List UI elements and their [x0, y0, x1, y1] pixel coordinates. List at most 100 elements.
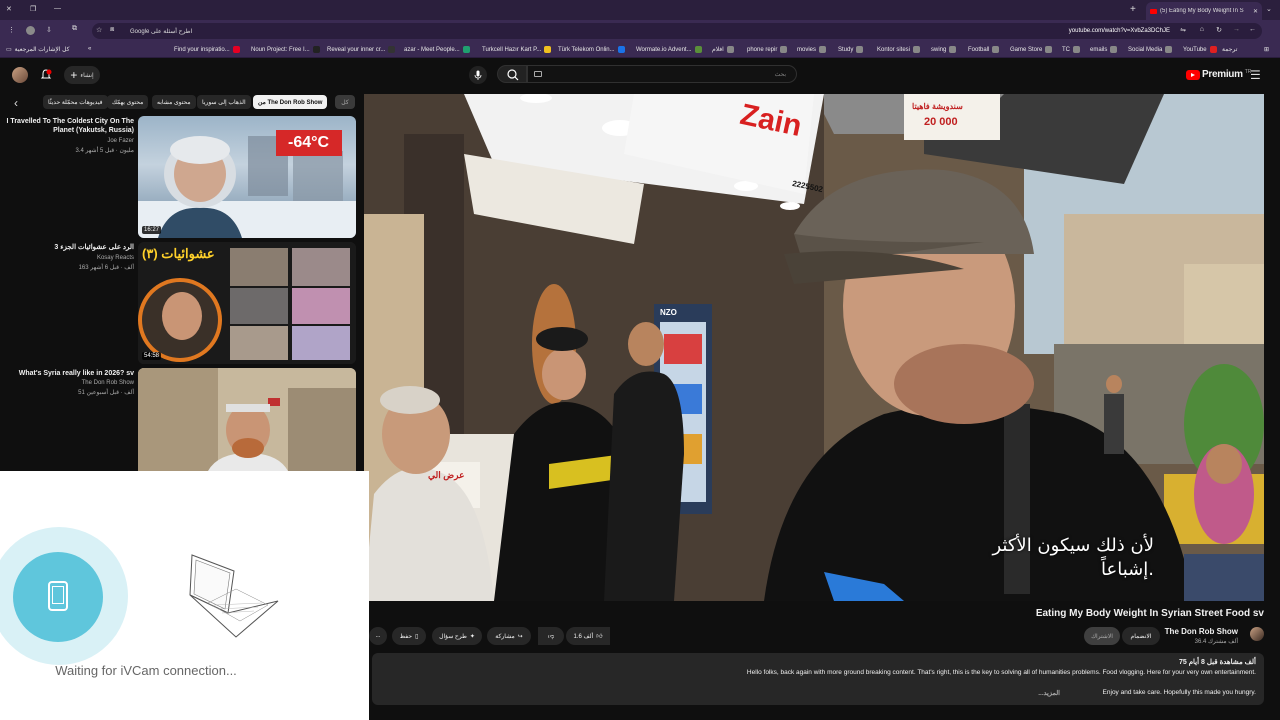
- dislike-button[interactable]: 👎︎: [538, 627, 564, 645]
- bookmark-favicon-icon: [232, 46, 240, 53]
- bookmark-item[interactable]: azar - Meet People...: [404, 46, 470, 53]
- url-text[interactable]: youtube.com/watch?v=XvbZa3DChJE: [1069, 28, 1170, 34]
- share-button[interactable]: مشاركة ↪: [487, 627, 531, 645]
- subscribe-button[interactable]: الاشتراك: [1084, 627, 1120, 645]
- bookmark-favicon-icon: [544, 46, 552, 53]
- extensions-icon[interactable]: ⧉: [72, 25, 77, 33]
- bookmark-item[interactable]: phone repir: [747, 46, 788, 53]
- bookmark-item[interactable]: Football: [968, 46, 1000, 53]
- bookmarks-overflow-icon[interactable]: «: [88, 46, 91, 52]
- chip-all[interactable]: كل: [335, 95, 355, 109]
- bookmark-item[interactable]: emails: [1090, 46, 1118, 53]
- show-more-link[interactable]: ...المزيد: [1038, 689, 1060, 697]
- bookmark-item[interactable]: Türk Telekom Onlin...: [558, 46, 625, 53]
- translate-bookmark[interactable]: ترجمة: [1222, 46, 1237, 53]
- profile-avatar-icon[interactable]: [26, 26, 35, 35]
- related-meta-3: 51 ألف · قبل أسبوعين: [78, 390, 134, 396]
- related-channel-2[interactable]: Kosay Reacts: [4, 255, 134, 261]
- chip-from-channel[interactable]: من The Don Rob Show: [253, 95, 328, 109]
- related-channel-1[interactable]: Joe Fazer: [4, 138, 134, 144]
- bookmark-favicon-icon: [388, 46, 396, 53]
- related-title-3[interactable]: What's Syria really like in 2026? sv: [4, 369, 134, 378]
- bookmarks-apps-icon[interactable]: ⊞: [1264, 46, 1269, 53]
- bookmark-item[interactable]: Wormate.io Advent...: [636, 46, 702, 53]
- related-thumbnail-1[interactable]: -64°C 16:27: [138, 116, 356, 238]
- close-window-icon[interactable]: ✕: [6, 5, 12, 13]
- search-input[interactable]: بحث: [527, 65, 797, 83]
- save-button[interactable]: حفظ ▯: [392, 627, 426, 645]
- ask-google-chip[interactable]: Google اطرح أسئلة على: [130, 28, 192, 35]
- bookmark-item[interactable]: Find your inspiratio...: [174, 46, 240, 53]
- downloads-icon[interactable]: ⇩: [46, 26, 52, 34]
- syria-street-thumbnail: [138, 368, 356, 471]
- bookmark-item[interactable]: swing: [931, 46, 957, 53]
- search-button[interactable]: [497, 65, 527, 83]
- tab-close-icon[interactable]: ✕: [1253, 8, 1258, 15]
- video-subtitles: لأن ذلك سيكون الأكثر إشباعاً.: [992, 535, 1155, 580]
- channel-name[interactable]: The Don Rob Show: [1165, 627, 1238, 636]
- like-button[interactable]: 1.6 ألف 👍︎: [566, 627, 610, 645]
- bookmark-favicon-icon: [992, 46, 1000, 53]
- related-thumbnail-2[interactable]: عشوائيات (٣) 54:58: [138, 242, 356, 364]
- notifications-bell-icon[interactable]: [40, 68, 52, 80]
- bookmark-item[interactable]: Study: [838, 46, 864, 53]
- description-line-2: Enjoy and take care. Hopefully this made…: [1102, 689, 1256, 696]
- related-channel-3[interactable]: The Don Rob Show: [4, 380, 134, 386]
- bookmark-star-icon[interactable]: ☆: [96, 26, 102, 34]
- video-player[interactable]: Zain 2225502 سندويشة فاهيتا 20 000 عرض ا…: [364, 94, 1264, 601]
- tune-icon[interactable]: ⇋: [1180, 26, 1186, 34]
- create-button[interactable]: + إنشاء: [64, 66, 100, 84]
- bookmark-item[interactable]: Kontor sitesi: [877, 46, 921, 53]
- channel-avatar[interactable]: [1250, 627, 1264, 641]
- omnibox[interactable]: ☆ ⧈ Google اطرح أسئلة على youtube.com/wa…: [92, 23, 1262, 39]
- ask-button[interactable]: طرح سؤال ✦: [432, 627, 482, 645]
- reload-icon[interactable]: ↻: [1216, 26, 1222, 34]
- youtube-premium-logo[interactable]: Premium TR: [1186, 69, 1251, 80]
- description-box[interactable]: 75 ألف مشاهدة قبل 8 أيام Hello folks, ba…: [372, 653, 1264, 705]
- bookmark-favicon-icon: [913, 46, 921, 53]
- keyboard-icon[interactable]: [534, 71, 542, 77]
- related-title-2[interactable]: الرد على عشوائيات الجزء 3: [4, 243, 134, 252]
- new-tab-icon[interactable]: +: [1130, 4, 1136, 15]
- related-thumbnail-3[interactable]: [138, 368, 356, 471]
- home-icon[interactable]: ⌂: [1200, 26, 1204, 33]
- video-title: Eating My Body Weight In Syrian Street F…: [1035, 608, 1264, 619]
- bookmark-favicon-icon: [856, 46, 864, 53]
- all-bookmarks-item[interactable]: ▭ كل الإشارات المرجعية: [6, 46, 69, 53]
- bookmark-favicon-icon: [726, 46, 734, 53]
- bookmark-item[interactable]: movies: [797, 46, 827, 53]
- active-tab[interactable]: (5) Eating My Body Weight In S ✕: [1146, 2, 1262, 20]
- chip-recently-uploaded[interactable]: فيديوهات محمّلة حديثًا: [43, 95, 108, 109]
- chips-scroll-left-icon[interactable]: ‹: [14, 96, 18, 110]
- related-title-1[interactable]: I Travelled To The Coldest City On The P…: [4, 117, 134, 135]
- video-duration: 16:27: [142, 226, 162, 234]
- chip-similar-content[interactable]: محتوى مشابه: [152, 95, 196, 109]
- bookmark-item[interactable]: Game Store: [1010, 46, 1053, 53]
- bookmark-item[interactable]: Social Media: [1128, 46, 1173, 53]
- chip-going-to-syria[interactable]: الذهاب إلى سوريا: [197, 95, 251, 109]
- bookmark-item[interactable]: افلام: [712, 46, 734, 53]
- forward-icon[interactable]: →: [1233, 26, 1240, 33]
- bookmark-item[interactable]: Noun Project: Free I...: [251, 46, 320, 53]
- bookmark-item[interactable]: Turkcell Hazır Kart P...: [482, 46, 552, 53]
- join-button[interactable]: الانضمام: [1122, 627, 1160, 645]
- voice-search-button[interactable]: [469, 66, 487, 84]
- chip-for-you[interactable]: محتوى يهمّك: [107, 95, 149, 109]
- minimize-window-icon[interactable]: —: [54, 5, 61, 12]
- account-avatar[interactable]: [12, 67, 28, 83]
- ivcam-status-text: Waiting for iVCam connection...: [55, 663, 237, 678]
- bookmark-favicon-icon: [949, 46, 957, 53]
- restore-window-icon[interactable]: ❐: [30, 5, 36, 13]
- share-page-icon[interactable]: ⧈: [110, 26, 114, 34]
- bookmark-item[interactable]: Reveal your inner cr...: [327, 46, 396, 53]
- more-actions-button[interactable]: ...: [369, 627, 387, 645]
- bookmark-item[interactable]: TC: [1062, 46, 1080, 53]
- thumb-title-text: عشوائيات (٣): [142, 246, 215, 261]
- menu-dots-icon[interactable]: ⋮: [8, 26, 15, 34]
- tab-list-chevron-icon[interactable]: ⌄: [1266, 5, 1272, 13]
- related-meta-1: 3.4 مليون · قبل 5 أشهر: [75, 148, 134, 154]
- hamburger-menu-icon[interactable]: ☰: [1250, 68, 1261, 82]
- laptop-icon: [189, 554, 279, 638]
- bookmark-item[interactable]: YouTube: [1183, 46, 1217, 53]
- back-icon[interactable]: ←: [1249, 26, 1256, 33]
